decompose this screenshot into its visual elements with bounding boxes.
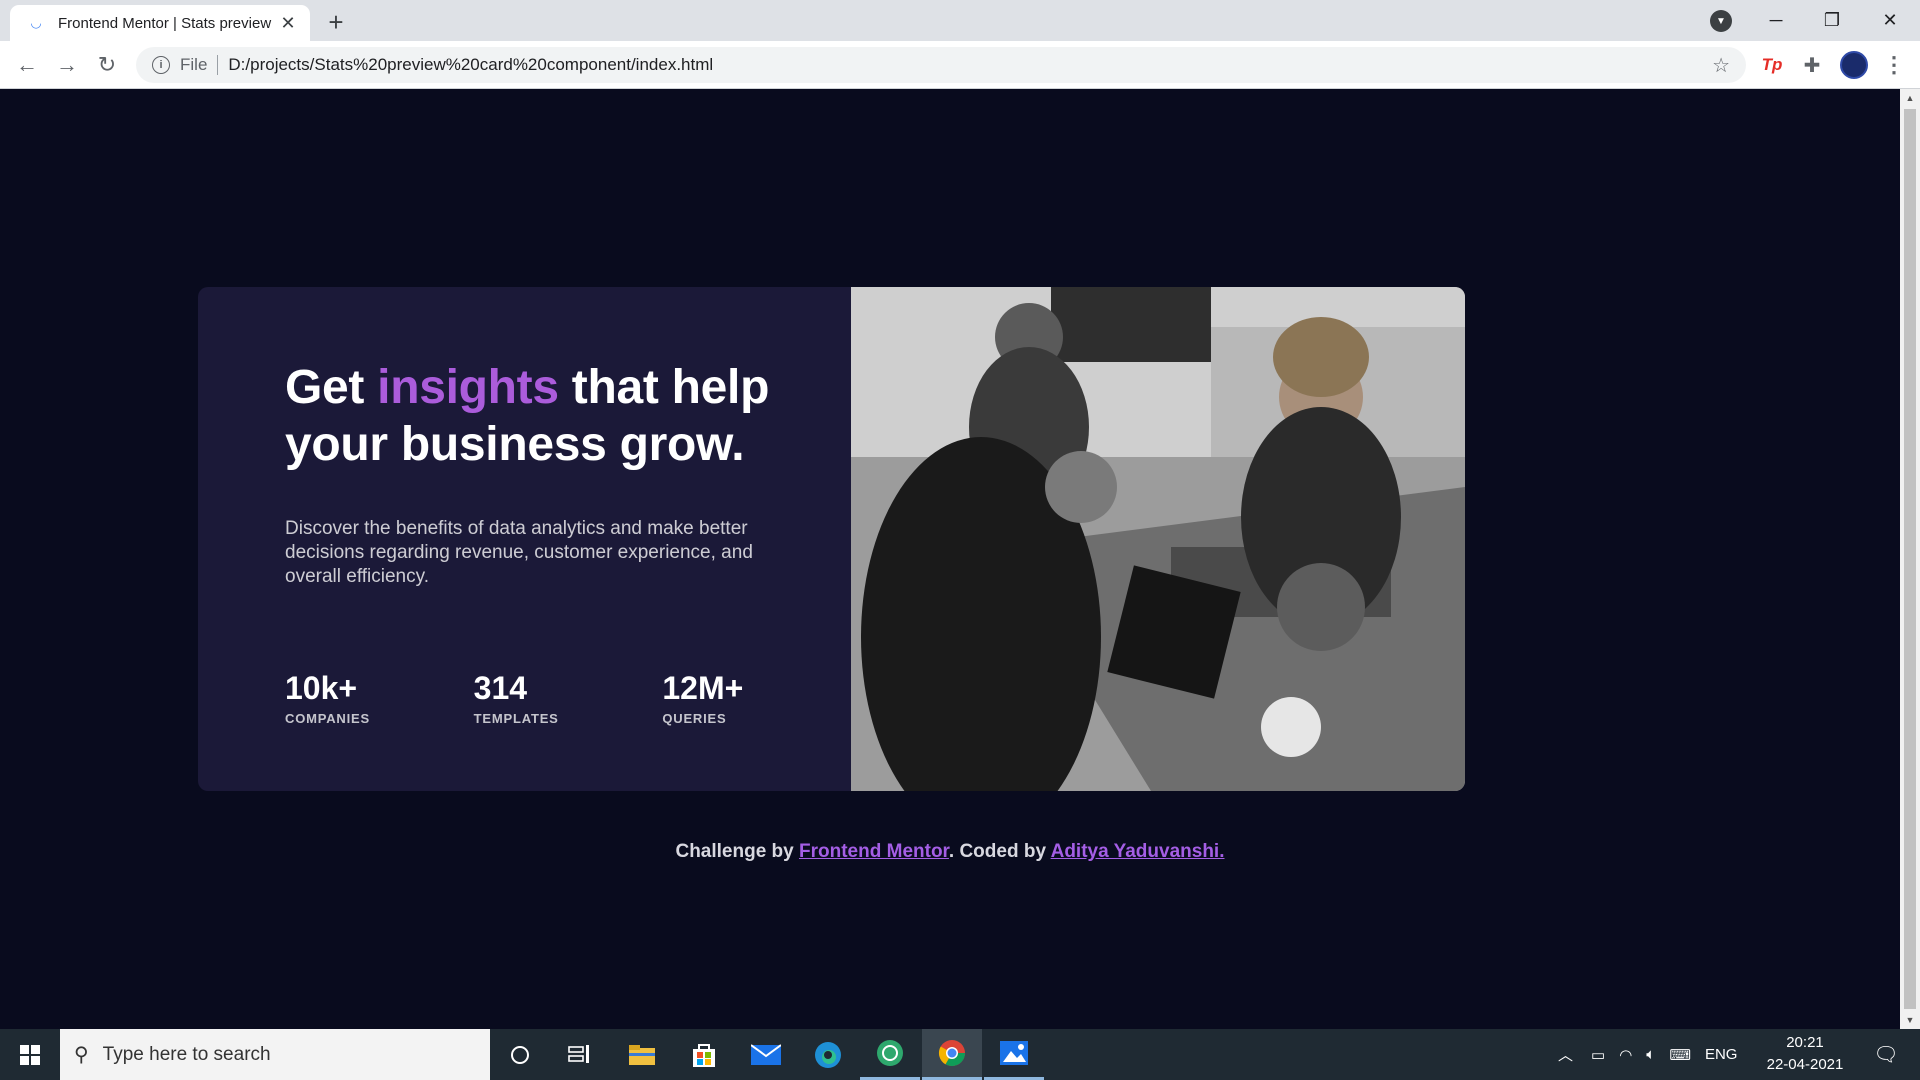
- scroll-down-arrow-icon[interactable]: ▼: [1900, 1011, 1920, 1029]
- author-link[interactable]: Aditya Yaduvanshi.: [1051, 841, 1225, 862]
- card-text-panel: Get insights that help your business gro…: [198, 287, 851, 791]
- tab-search-icon[interactable]: ▼: [1710, 10, 1732, 32]
- chevron-up-icon[interactable]: ︿: [1558, 1044, 1573, 1065]
- stat-value: 314: [473, 670, 528, 706]
- stat-companies: 10k+ COMPANIES: [285, 671, 474, 726]
- close-window-button[interactable]: ✕: [1862, 0, 1918, 41]
- stats-preview-card: Get insights that help your business gro…: [198, 287, 1465, 791]
- stat-label: TEMPLATES: [473, 711, 559, 726]
- frontend-mentor-link[interactable]: Frontend Mentor: [799, 841, 949, 862]
- vertical-scrollbar[interactable]: ▲ ▼: [1900, 89, 1920, 1029]
- tab-strip: ◡ Frontend Mentor | Stats preview ✕ + ▼ …: [0, 0, 1920, 41]
- search-placeholder: Type here to search: [102, 1043, 271, 1065]
- loading-favicon-icon: ◡: [30, 15, 42, 30]
- wifi-icon[interactable]: ◠: [1619, 1046, 1632, 1064]
- attribution-middle: . Coded by: [948, 841, 1051, 862]
- tab-title: Frontend Mentor | Stats preview: [58, 14, 272, 32]
- tp-extension-icon[interactable]: Tp: [1760, 53, 1784, 77]
- attribution-prefix: Challenge by: [675, 841, 800, 862]
- star-icon[interactable]: ☆: [1712, 53, 1730, 78]
- scrollbar-thumb[interactable]: [1904, 109, 1916, 1009]
- forward-arrow-icon[interactable]: →: [52, 50, 82, 80]
- edge-icon[interactable]: [798, 1029, 858, 1080]
- language-indicator[interactable]: ENG: [1705, 1046, 1738, 1063]
- volume-icon[interactable]: 🔈︎: [1646, 1046, 1655, 1063]
- chrome-icon[interactable]: [922, 1029, 982, 1080]
- info-icon[interactable]: i: [152, 56, 170, 74]
- restore-button[interactable]: ❐: [1804, 0, 1860, 41]
- notification-icon[interactable]: 🗨︎: [1866, 1029, 1906, 1080]
- url-text[interactable]: D:/projects/Stats%20preview%20card%20com…: [228, 55, 713, 75]
- headline-accent: insights: [377, 361, 559, 414]
- system-tray: ︿ ▭ ◠ 🔈︎ ⌨︎ ENG: [1558, 1029, 1737, 1080]
- stat-label: COMPANIES: [285, 711, 370, 726]
- card-description: Discover the benefits of data analytics …: [285, 518, 753, 587]
- cortana-icon[interactable]: [490, 1029, 550, 1080]
- stat-queries: 12M+ QUERIES: [662, 671, 851, 726]
- back-arrow-icon[interactable]: ←: [12, 50, 42, 80]
- scroll-up-arrow-icon[interactable]: ▲: [1900, 89, 1920, 107]
- stat-label: QUERIES: [662, 711, 727, 726]
- browser-toolbar: ← → ↻ i File D:/projects/Stats%20preview…: [0, 41, 1920, 89]
- card-headline: Get insights that help your business gro…: [285, 359, 805, 473]
- mail-icon[interactable]: [736, 1029, 796, 1080]
- search-icon: ⚲: [74, 1044, 89, 1066]
- clock[interactable]: 20:21 22-04-2021: [1765, 1032, 1845, 1076]
- photos-icon[interactable]: [984, 1029, 1044, 1080]
- reload-icon[interactable]: ↻: [92, 50, 122, 80]
- minimize-button[interactable]: ─: [1748, 0, 1804, 41]
- office-photo: [851, 287, 1465, 791]
- clock-time: 20:21: [1786, 1034, 1824, 1051]
- puzzle-icon[interactable]: ✚: [1800, 53, 1824, 77]
- kebab-menu-icon[interactable]: ⋮: [1882, 52, 1906, 77]
- chatgpt-style-app-icon[interactable]: [860, 1029, 920, 1080]
- stat-value: 10k+: [285, 670, 358, 706]
- office-photo-illustration: [851, 287, 1465, 791]
- windows-start-icon[interactable]: [0, 1029, 60, 1080]
- clock-date: 22-04-2021: [1766, 1056, 1844, 1073]
- page-viewport: Get insights that help your business gro…: [0, 89, 1900, 1029]
- taskbar-search-box[interactable]: ⚲ Type here to search: [60, 1029, 490, 1080]
- stats-row: 10k+ COMPANIES 314 TEMPLATES 12M+ QUERIE…: [285, 671, 851, 726]
- tab-close-icon[interactable]: ✕: [278, 13, 298, 33]
- new-tab-button[interactable]: +: [322, 8, 350, 36]
- attribution: Challenge by Frontend Mentor. Coded by A…: [0, 841, 1900, 863]
- stat-value: 12M+: [662, 670, 744, 706]
- browser-tab[interactable]: ◡ Frontend Mentor | Stats preview ✕: [10, 5, 310, 41]
- file-explorer-icon[interactable]: [612, 1029, 672, 1080]
- keyboard-icon[interactable]: ⌨︎: [1669, 1046, 1691, 1064]
- address-bar[interactable]: i File D:/projects/Stats%20preview%20car…: [136, 47, 1746, 83]
- store-icon[interactable]: [674, 1029, 734, 1080]
- battery-icon[interactable]: ▭: [1591, 1046, 1605, 1064]
- url-scheme: File: [180, 55, 208, 74]
- omnibox-divider: [217, 55, 219, 75]
- task-view-icon[interactable]: [550, 1029, 610, 1080]
- profile-avatar[interactable]: [1840, 51, 1868, 79]
- stat-templates: 314 TEMPLATES: [474, 671, 663, 726]
- headline-pre: Get: [285, 361, 378, 414]
